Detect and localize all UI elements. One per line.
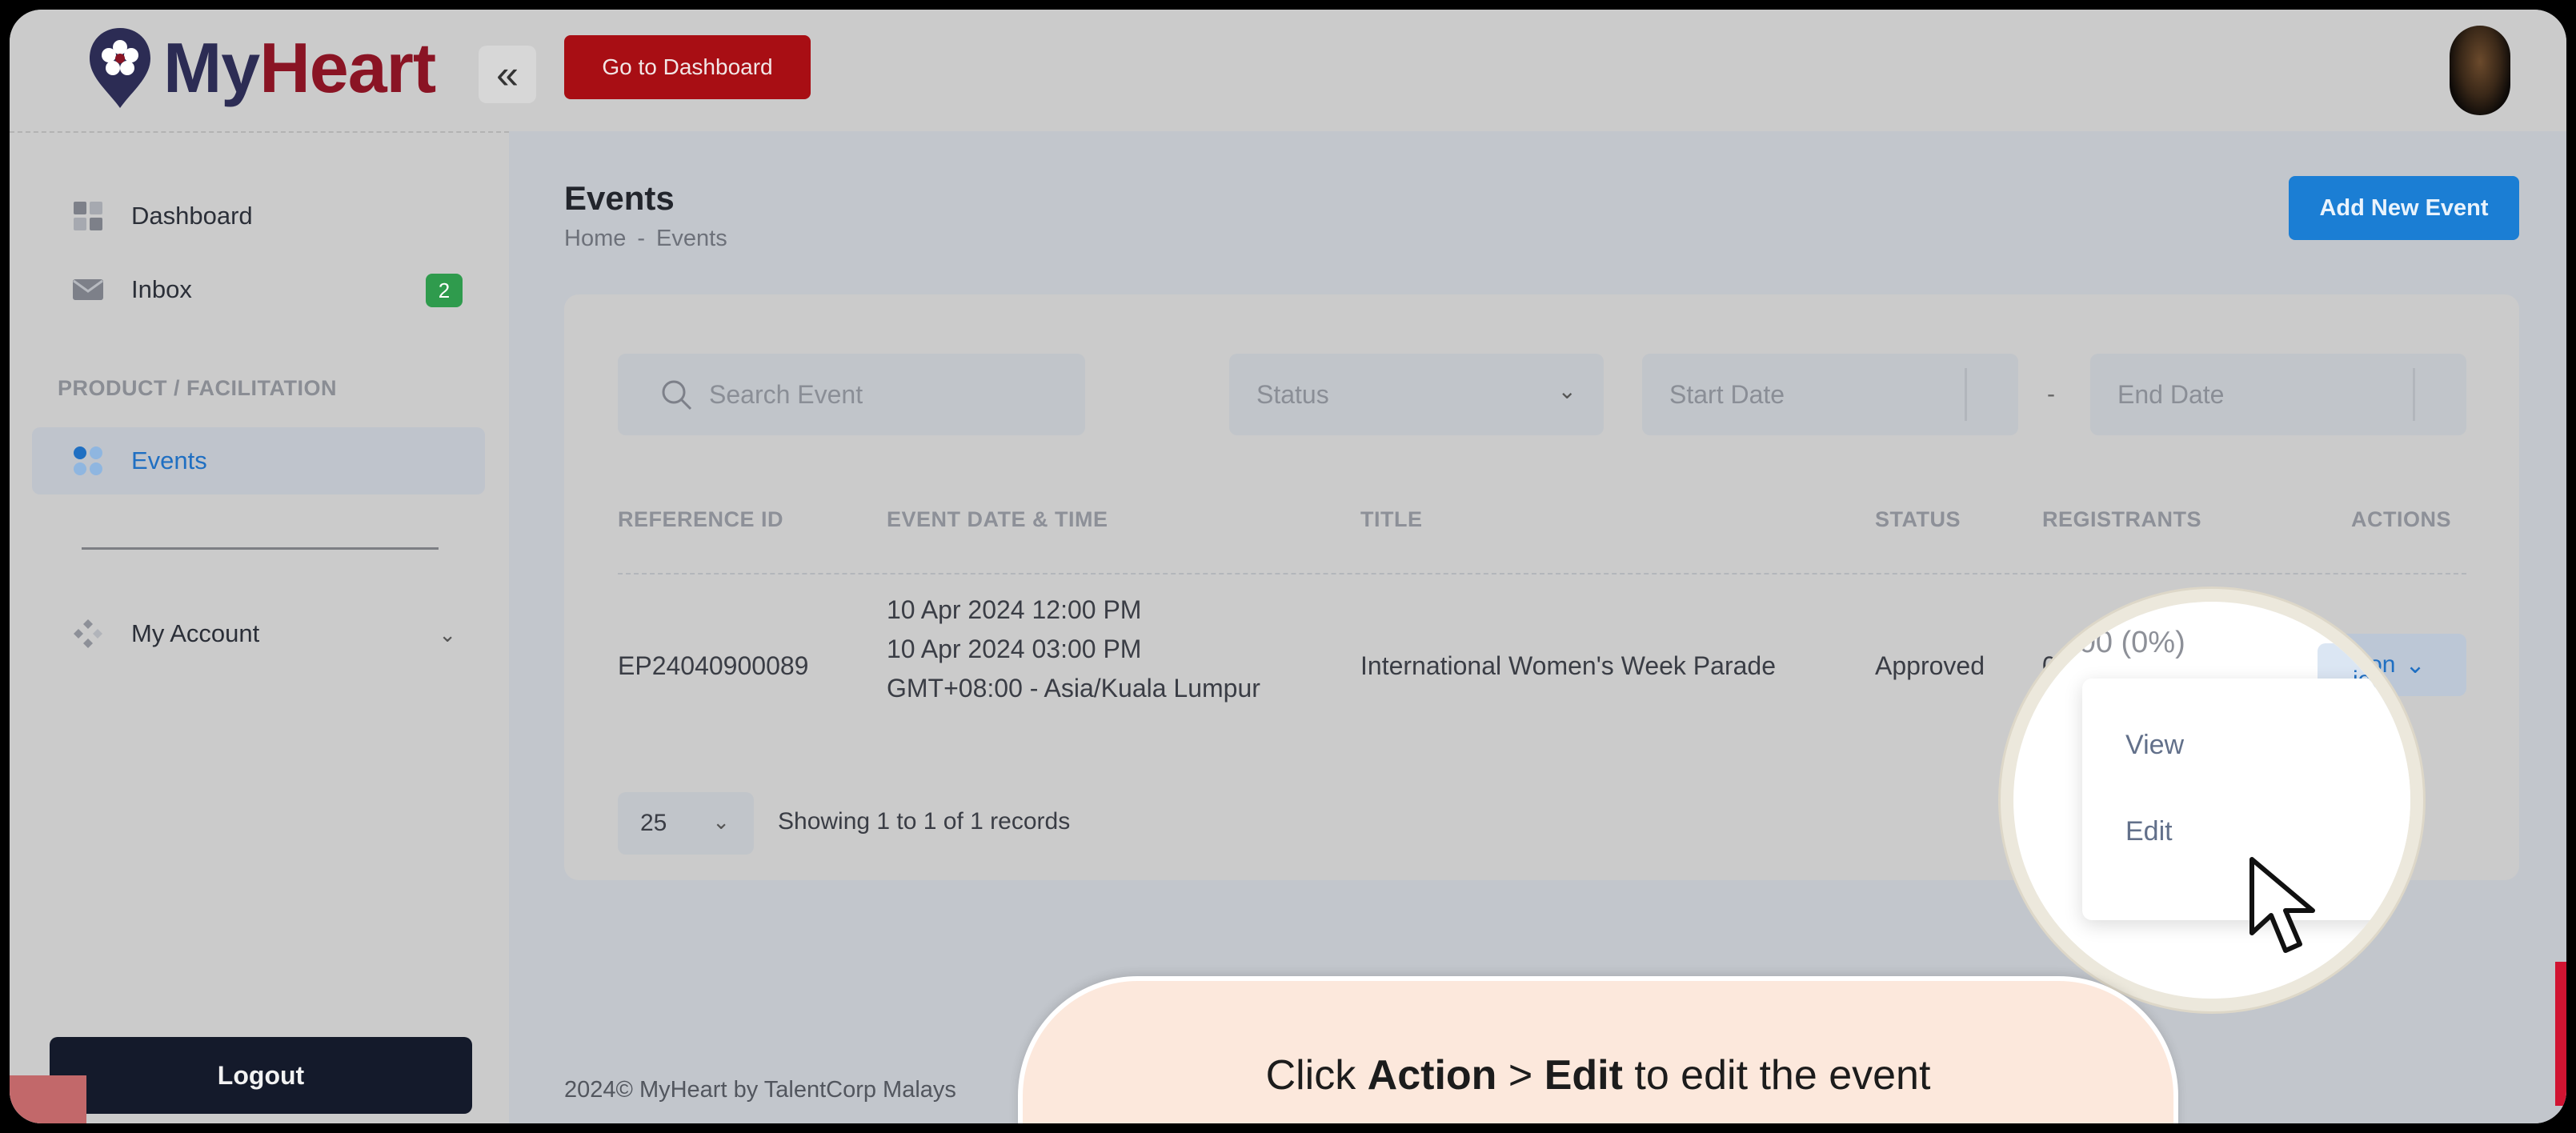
event-end: 10 Apr 2024 03:00 PM xyxy=(887,635,1142,663)
myheart-logo[interactable]: MyHeart xyxy=(86,24,436,112)
chevron-down-icon: ⌄ xyxy=(1557,378,1576,403)
chevron-down-icon: ⌄ xyxy=(712,810,730,834)
menu-item-edit[interactable]: Edit xyxy=(2125,816,2173,847)
action-dropdown-menu: View Edit xyxy=(2082,679,2410,953)
cell-event-date: 10 Apr 2024 12:00 PM 10 Apr 2024 03:00 P… xyxy=(887,591,1260,708)
start-date-placeholder: Start Date xyxy=(1669,379,1785,409)
sidebar-item-label: Dashboard xyxy=(131,202,253,230)
column-header-registrants: REGISTRANTS xyxy=(2042,507,2202,531)
column-header-status: STATUS xyxy=(1875,507,1961,531)
sidebar-item-events[interactable]: Events xyxy=(32,427,485,494)
breadcrumb-current: Events xyxy=(656,226,727,251)
events-icon xyxy=(74,446,102,475)
caption-part: Click xyxy=(1265,1052,1368,1099)
app-badge-icon xyxy=(10,1075,86,1123)
add-new-event-button[interactable]: Add New Event xyxy=(2289,176,2519,240)
avatar[interactable] xyxy=(2450,26,2510,115)
sidebar-section-label: PRODUCT / FACILITATION xyxy=(58,376,337,400)
column-header-actions: ACTIONS xyxy=(2351,507,2451,531)
logo-heart: Heart xyxy=(259,28,436,107)
collapse-sidebar-button[interactable]: « xyxy=(479,46,536,103)
logo-text: MyHeart xyxy=(163,33,436,103)
sidebar-item-label: My Account xyxy=(131,619,260,647)
per-page-select[interactable]: 25 ⌄ xyxy=(618,792,754,855)
event-start: 10 Apr 2024 12:00 PM xyxy=(887,595,1142,624)
sidebar-item-label: Events xyxy=(131,446,207,474)
caption-part: to edit the event xyxy=(1622,1052,1931,1099)
caption-bold-action: Action xyxy=(1367,1052,1497,1099)
status-placeholder: Status xyxy=(1256,379,1329,409)
logo-pin-icon xyxy=(90,28,150,108)
sidebar-item-dashboard[interactable]: Dashboard xyxy=(32,182,485,250)
footer: 2024© MyHeart by TalentCorp Malays xyxy=(564,1077,956,1103)
double-chevron-left-icon: « xyxy=(496,52,519,97)
sidebar-item-my-account[interactable]: My Account ⌄ xyxy=(32,600,485,667)
search-placeholder: Search Event xyxy=(709,379,863,409)
app-window: MyHeart « Go to Dashboard Dashboard Inbo… xyxy=(10,10,2566,1123)
top-header: MyHeart « Go to Dashboard xyxy=(10,10,2566,131)
caption-bold-edit: Edit xyxy=(1544,1052,1623,1099)
sidebar-divider xyxy=(82,547,439,550)
caption-text: Click Action > Edit to edit the event xyxy=(1023,1051,2173,1099)
start-date-field[interactable]: Start Date xyxy=(1642,354,2018,435)
caption-part: > xyxy=(1496,1052,1544,1099)
edge-accent xyxy=(2555,962,2566,1106)
date-range-separator: - xyxy=(2047,381,2055,407)
cell-reference-id: EP24040900089 xyxy=(618,651,809,680)
page-title: Events xyxy=(564,179,675,217)
logo-my: My xyxy=(163,28,260,107)
go-to-dashboard-button[interactable]: Go to Dashboard xyxy=(564,35,811,99)
breadcrumb-home[interactable]: Home xyxy=(564,226,626,252)
menu-item-view[interactable]: View xyxy=(2125,730,2184,761)
column-header-reference-id: REFERENCE ID xyxy=(618,507,784,531)
search-icon xyxy=(662,380,692,410)
cell-title[interactable]: International Women's Week Parade xyxy=(1360,651,1776,681)
breadcrumb: Home - Events xyxy=(564,226,727,252)
footer-text[interactable]: MyHeart by TalentCorp Malays xyxy=(639,1077,956,1103)
sidebar-item-inbox[interactable]: Inbox 2 xyxy=(32,256,485,323)
mouse-pointer-icon xyxy=(2249,857,2315,953)
registrants-zoomed: 0 00 (0%) xyxy=(2053,626,2185,659)
instruction-caption: Click Action > Edit to edit the event xyxy=(1018,976,2178,1123)
chevron-down-icon: ⌄ xyxy=(439,623,456,647)
end-date-field[interactable]: End Date xyxy=(2090,354,2466,435)
records-info: Showing 1 to 1 of 1 records xyxy=(778,808,1071,835)
zoom-callout: 0 00 (0%) ion ⌄ View Edit xyxy=(2001,589,2423,1011)
logout-button[interactable]: Logout xyxy=(50,1037,472,1114)
mail-icon xyxy=(73,279,103,300)
date-field-divider xyxy=(2413,368,2415,421)
sidebar: Dashboard Inbox 2 PRODUCT / FACILITATION… xyxy=(10,131,509,1123)
sidebar-item-label: Inbox xyxy=(131,275,192,303)
breadcrumb-separator: - xyxy=(637,226,646,251)
table-divider xyxy=(618,573,2466,575)
per-page-value: 25 xyxy=(640,810,667,836)
column-header-title: TITLE xyxy=(1360,507,1423,531)
search-input[interactable]: Search Event xyxy=(618,354,1085,435)
status-select[interactable]: Status ⌄ xyxy=(1229,354,1604,435)
event-timezone: GMT+08:00 - Asia/Kuala Lumpur xyxy=(887,674,1260,703)
inbox-count-badge: 2 xyxy=(426,274,463,307)
date-field-divider xyxy=(1965,368,1967,421)
cell-status: Approved xyxy=(1875,651,1985,680)
column-header-event-date: EVENT DATE & TIME xyxy=(887,507,1108,531)
dashboard-icon xyxy=(74,202,102,230)
end-date-placeholder: End Date xyxy=(2117,379,2225,409)
account-icon xyxy=(74,619,102,648)
footer-year: 2024© xyxy=(564,1077,633,1103)
